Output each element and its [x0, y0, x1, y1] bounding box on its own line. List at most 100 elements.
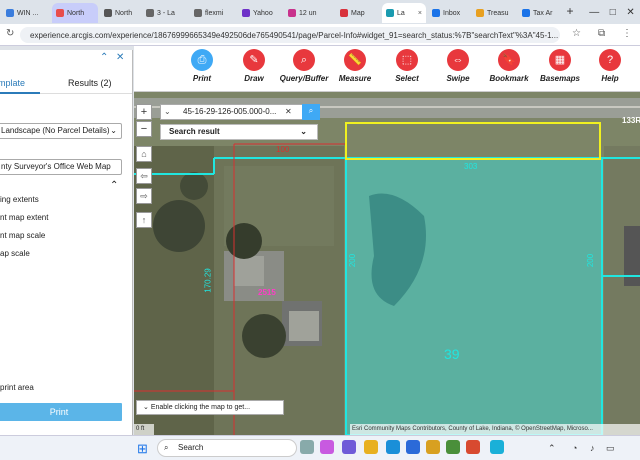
close-window-icon[interactable]: ✕	[626, 7, 634, 18]
tab-favicon-icon	[194, 9, 202, 17]
back-extent-icon[interactable]: ⇦	[136, 168, 152, 184]
browser-tab-active[interactable]: La ×	[382, 3, 426, 23]
tab-favicon-icon	[432, 9, 440, 17]
browser-tab[interactable]: Yahoo	[238, 3, 282, 23]
taskbar-app-icon[interactable]	[426, 440, 440, 454]
tab-favicon-icon	[242, 9, 250, 17]
browser-tab[interactable]: Inbox	[428, 3, 470, 23]
measure-icon: 📏	[344, 49, 366, 71]
tab-favicon-icon	[386, 9, 394, 17]
extent-option[interactable]: ap scale	[0, 249, 30, 258]
active-tab-indicator	[0, 92, 40, 94]
print-tool-button[interactable]: ⎙ Print	[172, 49, 232, 83]
bookmark-star-icon[interactable]: ☆	[572, 28, 581, 39]
layout-select[interactable]: Landscape (No Parcel Details) ⌄	[0, 123, 122, 139]
browser-tab[interactable]: WIN ...	[2, 3, 50, 23]
menu-icon[interactable]: ⋮	[622, 28, 632, 39]
browser-tab[interactable]: 12 un	[284, 3, 334, 23]
extensions-icon[interactable]: ⧉	[598, 28, 605, 39]
road-label: 133R	[622, 116, 640, 125]
browser-tab[interactable]: flexmi	[190, 3, 236, 23]
wifi-icon[interactable]: ◔	[572, 443, 577, 453]
chevron-down-icon[interactable]: ⌄	[164, 105, 171, 119]
url-field[interactable]: experience.arcgis.com/experience/1867699…	[20, 27, 560, 43]
chevron-down-icon: ⌄	[300, 127, 307, 136]
swipe-icon: ⇔	[447, 49, 469, 71]
select-icon: ⬚	[396, 49, 418, 71]
tab-favicon-icon	[476, 9, 484, 17]
collapse-panel-icon[interactable]: ⌃	[100, 52, 108, 63]
tab-favicon-icon	[288, 9, 296, 17]
tray-chevron-icon[interactable]: ⌃	[548, 443, 556, 454]
browser-tab[interactable]: Tax Ar	[518, 3, 560, 23]
map-toolbar: ⎙ Print ✎ Draw ⌕ Query/Buffer 📏 Measure ⬚ Sel…	[134, 46, 640, 92]
close-tab-icon[interactable]: ×	[418, 10, 422, 17]
browser-tab-strip: WIN ... North North 3 - La flexmi Yahoo …	[0, 0, 640, 24]
extent-option[interactable]: nt map extent	[0, 213, 48, 222]
browser-tab[interactable]: North	[52, 3, 98, 23]
search-box[interactable]: ⌄ 45-16-29-126-005.000-0... ✕ ⌕	[160, 104, 320, 120]
help-tool-button[interactable]: ? Help	[580, 49, 640, 83]
tab-template[interactable]: mplate	[0, 78, 25, 88]
taskbar-app-icon[interactable]	[342, 440, 356, 454]
tab-favicon-icon	[56, 9, 64, 17]
windows-start-icon[interactable]: ⊞	[137, 441, 148, 457]
extent-option[interactable]: nt map scale	[0, 231, 45, 240]
clear-search-icon[interactable]: ✕	[285, 105, 292, 119]
maximize-icon[interactable]: □	[610, 7, 616, 18]
browser-tab[interactable]: North	[100, 3, 140, 23]
dimension-label: 200	[348, 253, 358, 268]
taskbar-app-icon[interactable]	[320, 440, 334, 454]
parcel-number-label: 39	[444, 346, 460, 362]
title-field[interactable]: nty Surveyor's Office Web Map	[0, 159, 122, 175]
reload-icon[interactable]: ↻	[6, 28, 14, 39]
compass-icon[interactable]: ↑	[136, 212, 152, 228]
extent-option[interactable]: ing extents	[0, 195, 39, 204]
taskbar-app-icon[interactable]	[364, 440, 378, 454]
print-button[interactable]: Print	[0, 403, 122, 421]
query-icon: ⌕	[293, 49, 315, 71]
scale-bar: 0 ft	[134, 424, 154, 435]
search-input[interactable]: 45-16-29-126-005.000-0...	[183, 105, 276, 119]
taskbar-app-icon[interactable]	[300, 440, 314, 454]
minimize-icon[interactable]: —	[589, 7, 599, 18]
taskbar-app-icon[interactable]	[446, 440, 460, 454]
browser-tab[interactable]: Map	[336, 3, 380, 23]
home-icon[interactable]: ⌂	[136, 146, 152, 162]
chevron-down-icon: ⌄	[110, 126, 117, 135]
browser-tab[interactable]: 3 - La	[142, 3, 188, 23]
panel-tabs: mplate Results (2)	[0, 74, 132, 94]
map-attribution: Esri Community Maps Contributors, County…	[350, 424, 640, 435]
forward-extent-icon[interactable]: ⇨	[136, 188, 152, 204]
windows-taskbar: ⊞ ⌕ Search ⌃ ◔ ♪ ▭	[0, 435, 640, 460]
printer-icon: ⎙	[191, 49, 213, 71]
new-tab-button[interactable]: +	[563, 4, 577, 18]
taskbar-app-icon[interactable]	[466, 440, 480, 454]
tab-favicon-icon	[104, 9, 112, 17]
taskbar-app-icon[interactable]	[490, 440, 504, 454]
search-icon[interactable]: ⌕	[302, 104, 320, 120]
zoom-in-button[interactable]: +	[136, 104, 152, 120]
search-result-dropdown[interactable]: Search result ⌄	[160, 124, 318, 140]
section-collapse-icon[interactable]: ⌃	[110, 180, 118, 191]
dimension-label: 303	[464, 162, 478, 171]
print-area-label[interactable]: print area	[0, 383, 34, 392]
dimension-label: 200	[586, 253, 596, 268]
hint-chevron-icon: ⌄	[143, 404, 151, 411]
browser-tab[interactable]: Treasu	[472, 3, 516, 23]
taskbar-search[interactable]: ⌕ Search	[157, 439, 297, 457]
taskbar-app-icon[interactable]	[386, 440, 400, 454]
zoom-out-button[interactable]: −	[136, 121, 152, 137]
tab-results[interactable]: Results (2)	[68, 78, 112, 88]
map-click-hint[interactable]: ⌄ Enable clicking the map to get...	[136, 400, 284, 415]
address-label: 2515	[258, 288, 276, 297]
close-panel-icon[interactable]: ✕	[116, 52, 124, 63]
dimension-label: 100	[276, 145, 290, 154]
measure-tool-button[interactable]: 📏 Measure	[325, 49, 385, 83]
battery-icon[interactable]: ▭	[606, 443, 615, 454]
volume-icon[interactable]: ♪	[590, 443, 595, 453]
tab-favicon-icon	[146, 9, 154, 17]
tab-favicon-icon	[522, 9, 530, 17]
taskbar-app-icon[interactable]	[406, 440, 420, 454]
help-icon: ?	[599, 49, 621, 71]
